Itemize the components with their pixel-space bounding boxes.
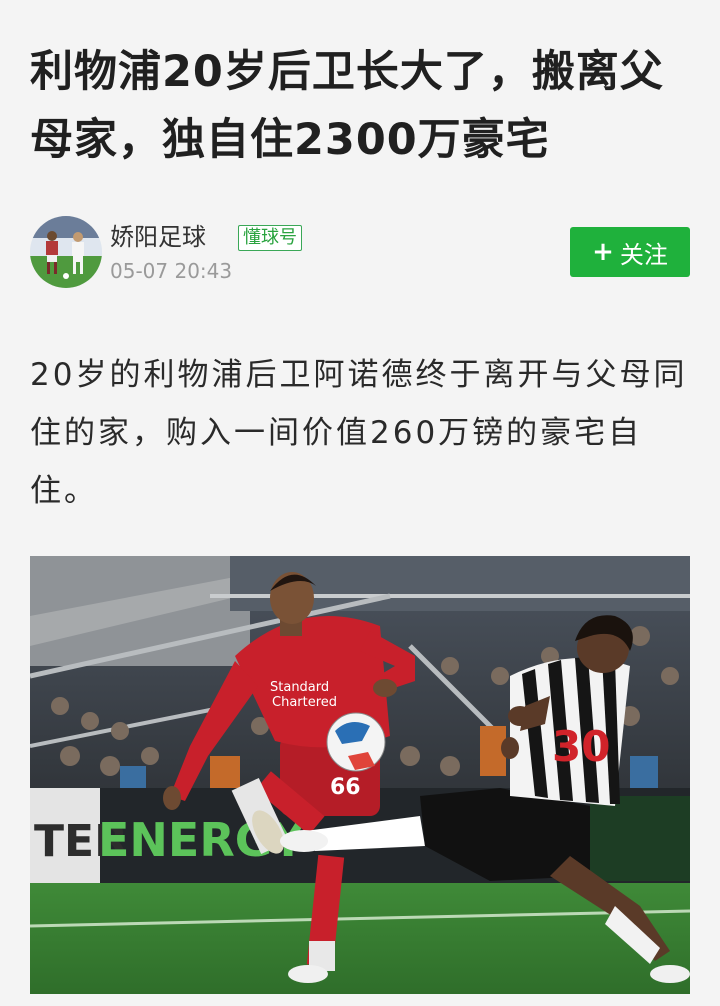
football-match-image: TER ENERGY 66 Standard Chartered 30 (30, 556, 690, 994)
author-row: 娇阳足球 懂球号 05-07 20:43 + 关注 (30, 216, 690, 288)
article-body: 20岁的利物浦后卫阿诺德终于离开与父母同住的家，购入一间价值260万镑的豪宅自住… (30, 357, 688, 509)
plus-icon: + (592, 237, 614, 267)
jersey-number: 30 (552, 722, 610, 771)
avatar-image (30, 216, 102, 288)
article-photo[interactable]: TER ENERGY 66 Standard Chartered 30 (30, 556, 690, 994)
author-name[interactable]: 娇阳足球 (110, 222, 206, 252)
shorts-number: 66 (330, 775, 361, 800)
football (326, 712, 386, 772)
author-badge: 懂球号 (238, 225, 302, 251)
svg-text:Chartered: Chartered (272, 695, 337, 710)
follow-button[interactable]: + 关注 (570, 227, 690, 277)
publish-time: 05-07 20:43 (110, 259, 233, 283)
follow-label: 关注 (619, 240, 668, 269)
author-avatar[interactable] (30, 216, 102, 288)
svg-text:Standard: Standard (270, 680, 329, 695)
article-title: 利物浦20岁后卫长大了，搬离父母家，独自住2300万豪宅 (30, 47, 664, 165)
